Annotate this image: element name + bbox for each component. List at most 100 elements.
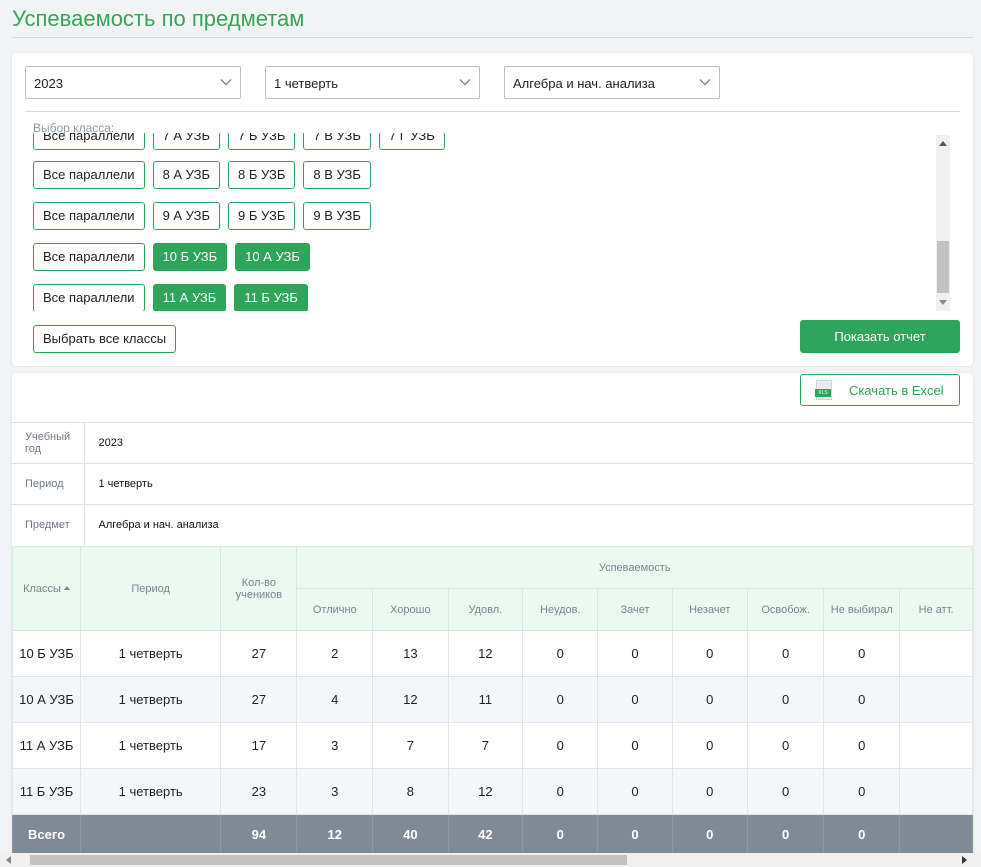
column-header-not-chosen: Не выбирал — [823, 588, 901, 631]
cell-value: 12 — [372, 676, 449, 723]
cell-value: 4 — [296, 676, 374, 723]
class-button-11a[interactable]: 11 А УЗБ — [152, 284, 227, 311]
table-horizontal-scrollbar[interactable] — [0, 853, 981, 867]
page-title: Успеваемость по предметам — [12, 6, 305, 31]
total-period-empty — [80, 814, 222, 855]
scroll-down-icon[interactable] — [939, 300, 947, 305]
cell-value: 0 — [823, 630, 901, 677]
column-header-unsatisfactory: Неудов. — [522, 588, 599, 631]
class-row-8: Все параллели 8 А УЗБ 8 Б УЗБ 8 В УЗБ — [33, 161, 371, 189]
download-excel-label: Скачать в Excel — [849, 383, 944, 398]
meta-value: 1 четверть — [84, 463, 973, 505]
scroll-up-icon[interactable] — [939, 141, 947, 146]
all-parallels-9-button[interactable]: Все параллели — [33, 202, 145, 230]
class-select-label: Выбор класса: — [33, 121, 115, 135]
cell-value — [899, 768, 973, 815]
select-all-classes-button[interactable]: Выбрать все классы — [33, 325, 177, 353]
period-select[interactable]: 1 четверть — [265, 66, 480, 99]
filter-panel: 2023 1 четверть Алгебра и нач. анализа В… — [12, 53, 973, 366]
scrollbar-thumb[interactable] — [30, 855, 627, 865]
total-label: Всего — [12, 814, 82, 855]
chevron-down-icon — [699, 79, 711, 86]
cell-value: 0 — [746, 722, 825, 769]
cell-value: 3 — [296, 722, 374, 769]
period-select-value: 1 четверть — [274, 76, 339, 91]
total-value: 40 — [372, 814, 449, 855]
class-list-scrollbar[interactable] — [936, 135, 950, 311]
column-header-pass: Зачет — [597, 588, 673, 631]
excel-file-icon: XLS — [815, 380, 832, 400]
all-parallels-11-button[interactable]: Все параллели — [33, 284, 145, 311]
scroll-right-icon[interactable] — [962, 856, 967, 864]
all-parallels-7-button[interactable]: Все параллели — [33, 133, 145, 150]
cell-class: 11 А УЗБ — [12, 722, 82, 769]
class-button-10b[interactable]: 10 Б УЗБ — [152, 243, 228, 271]
report-meta-table: Учебный год 2023 Период 1 четверть Предм… — [12, 422, 973, 546]
cell-value: 12 — [447, 768, 524, 815]
cell-period: 1 четверть — [80, 630, 222, 677]
class-button-7v[interactable]: 7 В УЗБ — [303, 133, 371, 150]
class-button-9a[interactable]: 9 А УЗБ — [152, 202, 221, 230]
all-parallels-8-button[interactable]: Все параллели — [33, 161, 145, 189]
cell-class: 11 Б УЗБ — [12, 768, 82, 815]
cell-value — [899, 630, 973, 677]
class-button-7a[interactable]: 7 А УЗБ — [152, 133, 221, 150]
cell-value — [899, 676, 973, 723]
meta-key: Учебный год — [12, 422, 85, 464]
total-value — [899, 814, 973, 855]
cell-value: 12 — [447, 630, 524, 677]
scroll-left-icon[interactable] — [6, 856, 11, 864]
cell-value: 0 — [823, 676, 901, 723]
cell-value: 3 — [296, 768, 374, 815]
column-header-count: Кол-во учеников — [220, 546, 298, 631]
cell-value: 11 — [447, 676, 524, 723]
total-row: Всего 94 12 40 42 0 0 0 0 0 — [12, 814, 973, 855]
total-value: 0 — [823, 814, 901, 855]
class-button-9v[interactable]: 9 В УЗБ — [303, 202, 371, 230]
column-header-good: Хорошо — [372, 588, 449, 631]
class-row-11: Все параллели 11 А УЗБ 11 Б УЗБ — [33, 284, 308, 311]
cell-class: 10 А УЗБ — [12, 676, 82, 723]
cell-period: 1 четверть — [80, 722, 222, 769]
cell-value — [899, 722, 973, 769]
class-row-9: Все параллели 9 А УЗБ 9 Б УЗБ 9 В УЗБ — [33, 202, 371, 230]
column-header-satisfactory: Удовл. — [447, 588, 524, 631]
subject-select-value: Алгебра и нач. анализа — [513, 76, 655, 91]
cell-count: 23 — [220, 768, 298, 815]
class-button-8b[interactable]: 8 Б УЗБ — [228, 161, 296, 189]
class-row-10: Все параллели 10 Б УЗБ 10 А УЗБ — [33, 243, 310, 271]
meta-key: Предмет — [12, 504, 85, 546]
cell-value: 0 — [671, 722, 748, 769]
chevron-down-icon — [459, 79, 471, 86]
class-button-10a[interactable]: 10 А УЗБ — [235, 243, 310, 271]
cell-class: 10 Б УЗБ — [12, 630, 82, 677]
year-select-value: 2023 — [34, 76, 63, 91]
year-select[interactable]: 2023 — [25, 66, 241, 99]
cell-value: 0 — [522, 722, 599, 769]
class-button-7g[interactable]: 7 Г УЗБ — [378, 133, 445, 150]
cell-value: 13 — [372, 630, 449, 677]
cell-count: 27 — [220, 630, 298, 677]
table-row: 11 Б УЗБ 1 четверть 23 3 8 12 0 0 0 0 0 — [12, 768, 973, 815]
scrollbar-thumb[interactable] — [937, 241, 949, 293]
performance-table: Классы Период Кол-во учеников Успеваемос… — [12, 546, 973, 855]
download-excel-button[interactable]: XLS Скачать в Excel — [800, 374, 960, 406]
cell-value: 0 — [671, 768, 748, 815]
meta-row-subject: Предмет Алгебра и нач. анализа — [12, 504, 973, 546]
cell-value: 0 — [597, 676, 673, 723]
class-button-8v[interactable]: 8 В УЗБ — [303, 161, 371, 189]
subject-select[interactable]: Алгебра и нач. анализа — [504, 66, 720, 99]
class-button-7b[interactable]: 7 Б УЗБ — [228, 133, 296, 150]
cell-value: 0 — [671, 630, 748, 677]
show-report-button[interactable]: Показать отчет — [800, 320, 960, 353]
column-header-classes[interactable]: Классы — [12, 546, 82, 631]
class-button-9b[interactable]: 9 Б УЗБ — [228, 202, 296, 230]
cell-value: 0 — [746, 630, 825, 677]
cell-value: 8 — [372, 768, 449, 815]
class-button-8a[interactable]: 8 А УЗБ — [152, 161, 221, 189]
class-button-11b[interactable]: 11 Б УЗБ — [234, 284, 308, 311]
cell-value: 0 — [597, 630, 673, 677]
class-selector-list[interactable]: Все параллели 7 А УЗБ 7 Б УЗБ 7 В УЗБ 7 … — [25, 133, 952, 311]
all-parallels-10-button[interactable]: Все параллели — [33, 243, 145, 271]
cell-value: 0 — [522, 630, 599, 677]
